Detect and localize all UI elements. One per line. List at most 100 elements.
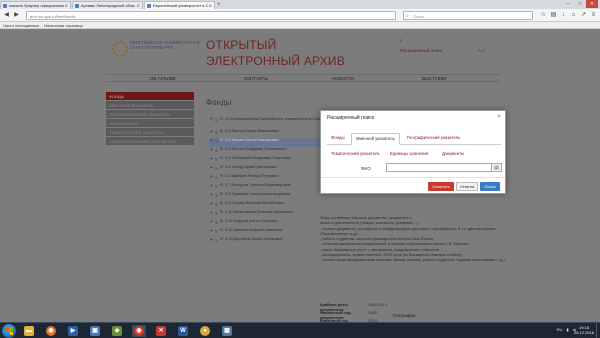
browser-tab-2[interactable]: Архивы Ленинградской обла... ✕ [72,1,143,9]
dialog-tabs-row2: Тематический указатель Единицы хранения … [327,149,501,157]
star-icon[interactable]: ☆ [540,12,547,19]
fond-icon [215,131,218,134]
expand-icon[interactable]: + [210,192,213,198]
search-button[interactable]: Поиск [480,182,500,191]
maximize-icon[interactable]: □ [574,0,586,8]
expand-icon[interactable]: + [210,237,213,243]
taskbar-browser-active[interactable]: ◉ [132,325,146,337]
fond-icon [215,239,218,242]
taskbar-app10[interactable]: ▦ [220,325,234,337]
home-icon[interactable]: ⌂ [570,12,577,19]
taskbar-app5[interactable]: ◆ [110,325,124,337]
new-tab-icon[interactable]: + [217,2,223,8]
bookmarks-bar: Часто посещаемые Начальная страница [0,22,600,29]
sidebar-item-name-index[interactable]: ИМЕННОЙ УКАЗАТЕЛЬ [106,101,194,109]
fond-icon [215,119,218,122]
fio-input[interactable] [386,163,492,172]
fond-icon [215,167,218,170]
share-icon[interactable]: ↗ [580,12,587,19]
sidebar-item-fonds[interactable]: ФОНДЫ [106,92,194,100]
expand-icon[interactable]: + [210,138,213,144]
expand-icon[interactable]: + [210,147,213,153]
close-tab-icon[interactable]: ✕ [65,3,68,8]
taskbar-app4[interactable]: ▣ [88,325,102,337]
bookmarks-icon[interactable]: ▤ [550,12,557,19]
sidebar-item-organizations[interactable]: ОРГАНИЗАЦИИ [106,119,194,127]
tab-geo-index[interactable]: Географический указатель [407,135,460,140]
firefox-icon: ◉ [46,326,56,336]
taskbar-media[interactable]: ▶ [66,325,80,337]
close-icon[interactable]: × [497,114,501,120]
search-placeholder: Поиск [413,14,425,19]
minimize-icon[interactable]: – [562,0,574,8]
close-window-icon[interactable]: ✕ [586,0,598,8]
fond-icon [215,158,218,161]
taskbar-word[interactable]: W [176,325,190,337]
nav-news[interactable]: НОВОСТИ [332,76,354,81]
tab-topic-index[interactable]: Тематический указатель [331,151,380,156]
expand-icon[interactable]: + [210,156,213,162]
fond-icon [215,140,218,143]
dialog-tabs: Фонды Именной указатель Географический у… [327,133,501,145]
expand-icon[interactable]: + [210,174,213,180]
sidebar-item-topic-index[interactable]: ТЕМАТИЧЕСКИЙ УКАЗАТЕЛЬ [106,128,194,136]
university-logo-icon[interactable] [112,41,128,57]
expand-icon[interactable]: + [210,210,213,216]
media-player-icon: ▶ [68,326,78,336]
menu-icon[interactable]: ≡ [590,12,597,19]
fond-icon [215,194,218,197]
expand-icon[interactable]: + [210,117,213,122]
clear-button[interactable]: Очистить [428,182,454,191]
archive-title: ОТКРЫТЫЙ ЭЛЕКТРОННЫЙ АРХИВ [206,37,345,69]
network-icon[interactable]: ▮ [566,327,568,332]
archive-title-line1: ОТКРЫТЫЙ [206,38,277,52]
sidebar-item-audiovisual[interactable]: АУДИОВИЗУАЛЬНЫЕ ДОКУМЕНТЫ [106,137,194,145]
expand-icon[interactable]: + [210,201,213,207]
cancel-button[interactable]: Отмена [456,182,478,191]
bookmark-most-visited[interactable]: Часто посещаемые [3,23,39,28]
close-tab-icon[interactable]: ✕ [137,3,140,8]
nav-contacts[interactable]: КОНТАКТЫ [244,76,268,81]
close-tab-icon[interactable]: ✕ [209,3,212,8]
search-icon[interactable]: ⌕ [400,38,442,43]
back-icon[interactable]: ◀ [3,12,10,19]
university-name[interactable]: ЕВРОПЕЙСКИЙ УНИВЕРСИТЕТ В САНКТ-ПЕТЕРБУР… [130,40,200,50]
tab-name-index[interactable]: Именной указатель [351,133,400,145]
dialog-footer: Очистить Отмена Поиск [321,177,505,194]
sidebar-item-geo-index[interactable]: ГЕОГРАФИЧЕСКИЙ УКАЗАТЕЛЬ [106,110,194,118]
expand-icon[interactable]: + [210,183,213,189]
download-icon[interactable]: ↓ [560,12,567,19]
list-picker-icon[interactable]: ▤ [492,163,502,172]
tab-documents[interactable]: Документы [442,151,464,156]
nav-about[interactable]: ОБ АРХИВЕ [150,76,176,81]
tab-storage-units[interactable]: Единицы хранения [390,151,428,156]
expand-icon[interactable]: + [210,165,213,171]
nav-exhibitions[interactable]: ВЫСТАВКИ [422,76,447,81]
expand-icon[interactable]: + [210,219,213,225]
forward-icon[interactable]: ▶ [13,12,20,19]
font-size-switch[interactable]: A-A [478,48,486,53]
show-desktop-button[interactable] [596,323,600,338]
taskbar-app7[interactable]: ✕ [154,325,168,337]
app-icon: ▣ [90,326,100,336]
taskbar-explorer[interactable]: ▬ [22,325,36,337]
tree-item[interactable]: + Ф. 3-9 Сеяред Василий Михайлович [209,201,349,210]
clock[interactable]: 19:18 25.12.2016 [574,325,594,335]
fond-icon [215,203,218,206]
taskbar-firefox[interactable]: ◉ [44,325,58,337]
main-nav: ОБ АРХИВЕ КОНТАКТЫ НОВОСТИ ВЫСТАВКИ [106,74,500,82]
bookmark-home-page[interactable]: Начальная страница [44,23,83,28]
expand-icon[interactable]: + [210,129,213,135]
expand-icon[interactable]: + [210,228,213,234]
tab-fonds[interactable]: Фонды [331,135,345,140]
browser-search-input[interactable]: ⌕ Поиск [403,11,533,20]
advanced-search-link[interactable]: Расширенный поиск [400,48,442,53]
browser-tab-1[interactable]: скачать браузер официальны... ✕ [0,1,71,9]
browser-icon: ◉ [134,326,144,336]
browser-tab-3[interactable]: Европейский университет в С... ✕ [144,1,215,9]
taskbar-app9[interactable]: ● [198,325,212,337]
keyboard-layout[interactable]: RU [557,327,563,332]
address-bar[interactable]: arch.eu.spb.ru/fund/fonds [26,11,396,20]
prop-row: Крайние даты документов 1960-2014 [320,302,388,312]
start-button[interactable] [2,324,16,338]
